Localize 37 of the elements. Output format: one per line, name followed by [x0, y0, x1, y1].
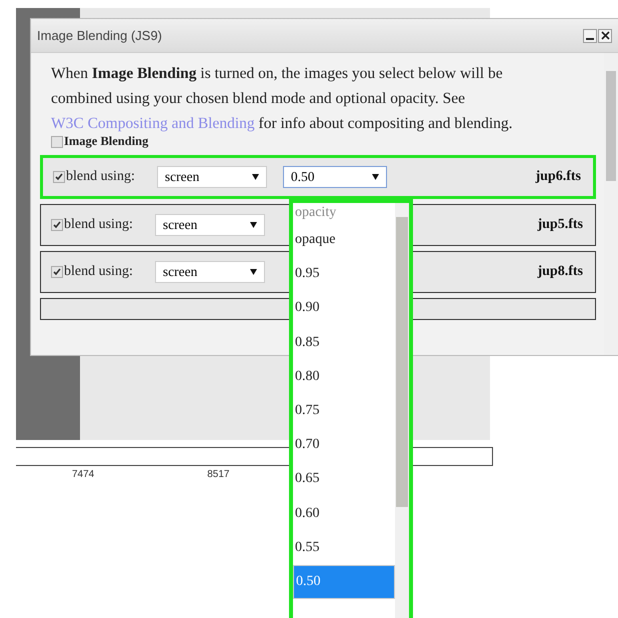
blend-mode-select[interactable]: screen: [154, 261, 265, 283]
checkbox[interactable]: [51, 219, 63, 231]
axis-tick-label: 8517: [207, 469, 230, 480]
dropdown-option[interactable]: 0.80: [293, 360, 395, 394]
blend-label: blend using:: [64, 217, 133, 233]
dropdown-option[interactable]: 0.55: [293, 530, 395, 565]
blend-mode-select[interactable]: screen: [154, 214, 265, 236]
dropdown-option[interactable]: opaque: [293, 223, 395, 258]
blend-mode-select[interactable]: screen: [156, 166, 267, 188]
file-name: jup8.fts: [537, 264, 583, 280]
dropdown-option[interactable]: 0.60: [293, 496, 395, 531]
dropdown-option[interactable]: 0.65: [293, 462, 395, 496]
caret-icon: [250, 269, 257, 275]
file-name: jup6.fts: [535, 169, 581, 185]
checkbox[interactable]: [53, 171, 65, 183]
caret-icon: [372, 174, 379, 180]
checkbox-label: Image Blending: [64, 134, 148, 149]
opacity-select[interactable]: 0.50: [282, 166, 387, 188]
caret-icon: [252, 174, 259, 180]
dropdown-option[interactable]: 0.95: [293, 257, 395, 292]
dropdown-option[interactable]: 0.85: [293, 326, 395, 360]
axis-tick-label: 7474: [72, 469, 94, 480]
checkbox[interactable]: [51, 136, 63, 148]
dropdown-option[interactable]: 0.75: [293, 394, 395, 428]
scrollbar[interactable]: [395, 203, 409, 618]
blend-label: blend using:: [64, 264, 133, 280]
intro-paragraph: When Image Blending is turned on, the images you select below will be combined using your chosen blend mode and optional opacity. See W3C Compositing and Blending for info about compositing and blending.: [51, 64, 514, 134]
dropdown-option[interactable]: 0.50: [293, 564, 395, 600]
dropdown-option[interactable]: 0.90: [293, 291, 395, 326]
dropdown-option[interactable]: 0.70: [293, 428, 395, 462]
caret-icon: [250, 222, 257, 228]
minimize-button[interactable]: [583, 28, 597, 42]
close-button[interactable]: [598, 28, 612, 42]
window-title: Image Blending (JS9): [37, 28, 162, 43]
file-name: jup5.fts: [537, 217, 583, 233]
blend-label: blend using:: [66, 169, 135, 185]
checkbox[interactable]: [51, 266, 63, 278]
